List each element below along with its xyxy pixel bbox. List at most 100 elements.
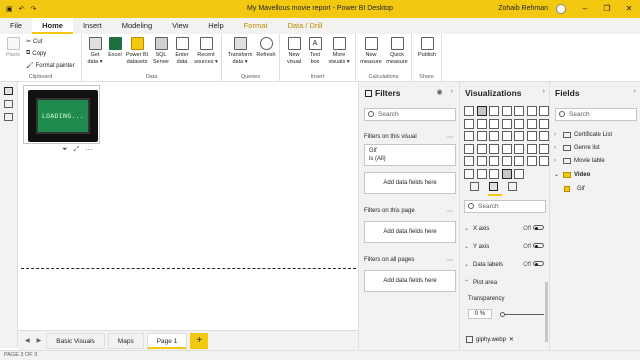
menu-insert[interactable]: Insert bbox=[73, 18, 112, 34]
paste-button[interactable]: Paste bbox=[4, 37, 22, 59]
key-influencers-icon[interactable] bbox=[489, 156, 499, 166]
kpi-icon[interactable] bbox=[501, 143, 512, 154]
card-icon[interactable] bbox=[476, 143, 487, 154]
paginated-icon[interactable] bbox=[539, 156, 549, 166]
more-options-icon[interactable]: ⋯ bbox=[447, 134, 453, 141]
r-visual-icon[interactable] bbox=[464, 156, 474, 166]
model-view-icon[interactable] bbox=[4, 113, 13, 121]
report-view-icon[interactable] bbox=[4, 87, 13, 95]
scatter-icon[interactable] bbox=[464, 131, 474, 141]
next-page-icon[interactable]: ▶ bbox=[35, 337, 44, 344]
collapse-chevron-icon[interactable]: › bbox=[543, 88, 545, 95]
transparency-slider-thumb[interactable] bbox=[500, 312, 505, 317]
eye-icon[interactable]: ◉ bbox=[437, 88, 443, 96]
publish-button[interactable]: Publish bbox=[415, 37, 439, 59]
clustered-bar-icon[interactable] bbox=[489, 106, 499, 116]
funnel-icon[interactable] bbox=[539, 118, 549, 129]
menu-modeling[interactable]: Modeling bbox=[112, 18, 162, 34]
format-painter-button[interactable]: 🖌 Format painter bbox=[26, 62, 75, 70]
new-visual-button[interactable]: New visual bbox=[284, 37, 304, 65]
collapse-chevron-icon[interactable]: › bbox=[634, 88, 636, 95]
data-view-icon[interactable] bbox=[4, 100, 13, 108]
table-genre-list[interactable]: › Genre list bbox=[554, 145, 600, 151]
cut-button[interactable]: ✂ Cut bbox=[26, 38, 42, 46]
minimize-button[interactable]: – bbox=[574, 0, 596, 18]
decomposition-tree-icon[interactable] bbox=[501, 156, 512, 166]
page-filter-drop-zone[interactable]: Add data fields here bbox=[364, 221, 456, 243]
x-axis-toggle[interactable] bbox=[533, 225, 544, 230]
stacked-bar-icon[interactable] bbox=[464, 106, 474, 116]
map-icon[interactable] bbox=[514, 131, 524, 141]
power-apps-icon[interactable] bbox=[476, 168, 487, 179]
format-paint-roller-icon[interactable] bbox=[489, 182, 498, 191]
recent-sources-button[interactable]: Recent sources ▾ bbox=[192, 37, 220, 65]
filters-search-input[interactable]: Search bbox=[364, 108, 456, 121]
stacked-area-icon[interactable] bbox=[476, 118, 487, 129]
menu-format[interactable]: Format bbox=[234, 18, 278, 34]
menu-file[interactable]: File bbox=[0, 18, 32, 34]
fields-search-input[interactable]: Search bbox=[555, 108, 637, 121]
donut-icon[interactable] bbox=[489, 131, 499, 141]
analytics-magnifier-icon[interactable] bbox=[508, 182, 517, 191]
more-options-icon[interactable]: ⋯ bbox=[447, 208, 453, 215]
get-data-button[interactable]: Get data ▾ bbox=[85, 37, 105, 65]
matrix-icon[interactable] bbox=[539, 143, 549, 154]
line-stacked-column-icon[interactable] bbox=[501, 118, 512, 129]
table-video[interactable]: ⌄ Video bbox=[554, 171, 590, 178]
quick-measure-button[interactable]: Quick measure bbox=[384, 37, 410, 65]
area-chart-icon[interactable] bbox=[464, 118, 474, 129]
100-column-icon[interactable] bbox=[526, 106, 537, 116]
python-visual-icon[interactable] bbox=[476, 156, 487, 166]
treemap-icon[interactable] bbox=[501, 131, 512, 141]
table-viz-icon[interactable] bbox=[526, 143, 537, 154]
format-y-axis[interactable]: ⌄ Y axis Off bbox=[464, 243, 544, 250]
slicer-icon[interactable] bbox=[514, 143, 524, 154]
format-search-input[interactable]: Search bbox=[464, 200, 546, 213]
more-options-icon[interactable]: ⋯ bbox=[85, 146, 92, 154]
tab-basic-visuals[interactable]: Basic Visuals bbox=[46, 332, 105, 349]
table-movie-table[interactable]: › Movie table bbox=[554, 158, 605, 164]
smart-narrative-icon[interactable] bbox=[526, 156, 537, 166]
report-canvas[interactable]: LOADING... ⏷ ⤢ ⋯ bbox=[18, 82, 358, 330]
fields-well-icon[interactable] bbox=[470, 182, 479, 191]
y-axis-toggle[interactable] bbox=[533, 243, 544, 248]
all-pages-filter-drop-zone[interactable]: Add data fields here bbox=[364, 270, 456, 292]
maximize-button[interactable]: ❐ bbox=[596, 0, 618, 18]
avatar[interactable] bbox=[556, 4, 566, 14]
close-button[interactable]: ✕ bbox=[618, 0, 640, 18]
data-labels-toggle[interactable] bbox=[533, 261, 544, 266]
enter-data-button[interactable]: Enter data bbox=[172, 37, 192, 65]
gif-visual[interactable]: LOADING... bbox=[23, 85, 100, 144]
menu-home[interactable]: Home bbox=[32, 18, 73, 34]
more-visuals-button[interactable]: More visuals ▾ bbox=[326, 37, 352, 65]
gauge-icon[interactable] bbox=[464, 143, 474, 154]
format-x-axis[interactable]: ⌄ X axis Off bbox=[464, 225, 544, 232]
line-column-icon[interactable] bbox=[489, 118, 499, 129]
table-certificate-list[interactable]: › Certificate List bbox=[554, 132, 612, 138]
arcgis-icon[interactable] bbox=[464, 168, 474, 179]
prev-page-icon[interactable]: ◀ bbox=[23, 337, 32, 344]
sql-server-button[interactable]: SQL Server bbox=[150, 37, 172, 65]
100-bar-icon[interactable] bbox=[514, 106, 524, 116]
qa-icon[interactable] bbox=[514, 156, 524, 166]
tab-page-1[interactable]: Page 1 bbox=[146, 332, 188, 349]
power-bi-datasets-button[interactable]: Power BI datasets bbox=[124, 37, 150, 65]
pie-icon[interactable] bbox=[476, 131, 487, 141]
line-chart-icon[interactable] bbox=[539, 106, 549, 116]
get-more-visuals-icon[interactable] bbox=[514, 168, 524, 179]
checkbox-checked-icon[interactable] bbox=[564, 186, 570, 192]
excel-button[interactable]: Excel bbox=[106, 37, 124, 59]
waterfall-icon[interactable] bbox=[526, 118, 537, 129]
menu-data-drill[interactable]: Data / Drill bbox=[277, 18, 332, 34]
format-plot-area[interactable]: ⌃ Plot area bbox=[464, 279, 544, 287]
more-options-icon[interactable]: ⋯ bbox=[447, 257, 453, 264]
power-automate-icon[interactable] bbox=[489, 168, 499, 179]
gif-visual-icon[interactable] bbox=[501, 168, 512, 179]
transparency-input[interactable]: 0 % bbox=[468, 309, 492, 319]
add-page-button[interactable]: + bbox=[190, 332, 209, 349]
visual-filter-drop-zone[interactable]: Add data fields here bbox=[364, 172, 456, 194]
user-name[interactable]: Zohaib Rehman bbox=[498, 5, 548, 12]
close-icon[interactable]: ✕ bbox=[509, 336, 514, 343]
transparency-slider[interactable] bbox=[500, 314, 544, 315]
copy-button[interactable]: ⧉ Copy bbox=[26, 50, 46, 57]
